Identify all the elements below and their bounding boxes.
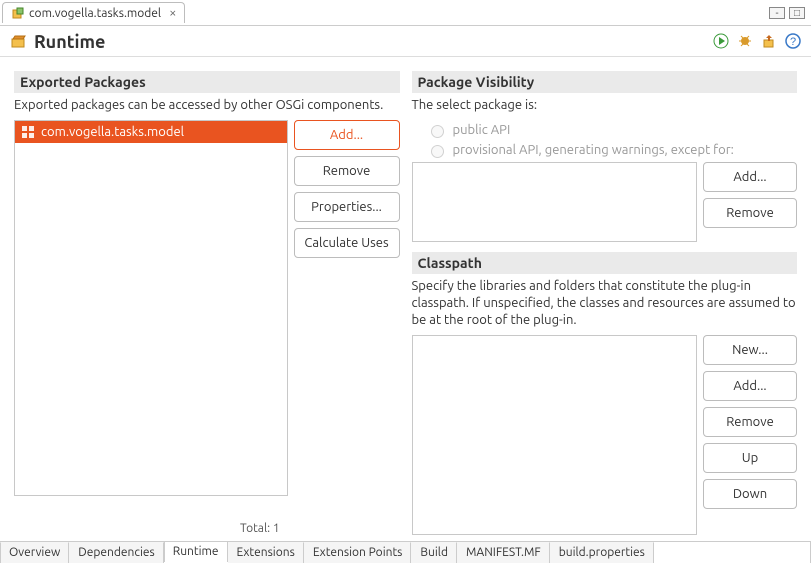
window-controls: ‐ □ (769, 7, 805, 19)
classpath-list[interactable] (412, 335, 698, 535)
classpath-desc: Specify the libraries and folders that c… (412, 274, 798, 335)
tab-manifest[interactable]: MANIFEST.MF (457, 542, 550, 563)
visibility-exceptions-list[interactable] (412, 162, 698, 242)
remove-button[interactable]: Remove (294, 156, 400, 186)
tab-dependencies[interactable]: Dependencies (69, 542, 163, 563)
classpath-new-button[interactable]: New... (703, 335, 797, 365)
plugin-icon (11, 6, 25, 20)
package-icon (21, 125, 35, 139)
list-item-label: com.vogella.tasks.model (41, 125, 184, 139)
footer-tabs: Overview Dependencies Runtime Extensions… (0, 541, 811, 563)
calculate-uses-button[interactable]: Calculate Uses (294, 228, 400, 258)
radio-provisional-api[interactable]: provisional API, generating warnings, ex… (426, 140, 798, 160)
exported-packages-title: Exported Packages (14, 71, 400, 93)
visibility-add-button[interactable]: Add... (703, 162, 797, 192)
classpath-title: Classpath (412, 252, 798, 274)
classpath-add-button[interactable]: Add... (703, 371, 797, 401)
tab-build-properties[interactable]: build.properties (550, 542, 654, 563)
classpath-up-button[interactable]: Up (703, 443, 797, 473)
page-title: Runtime (10, 32, 105, 52)
run-icon[interactable] (713, 33, 729, 52)
export-icon[interactable] (761, 33, 777, 52)
maximize-button[interactable]: □ (789, 7, 805, 19)
close-icon[interactable]: × (169, 6, 176, 20)
help-icon[interactable]: ? (785, 33, 801, 52)
radio-provisional-api-input[interactable] (431, 145, 444, 158)
tab-runtime[interactable]: Runtime (164, 541, 228, 562)
tab-extensions[interactable]: Extensions (228, 542, 304, 563)
visibility-remove-button[interactable]: Remove (703, 198, 797, 228)
svg-text:?: ? (790, 36, 796, 48)
editor-toolbar: ? (713, 33, 801, 52)
properties-button[interactable]: Properties... (294, 192, 400, 222)
exported-packages-desc: Exported packages can be accessed by oth… (14, 93, 400, 120)
exported-packages-list[interactable]: com.vogella.tasks.model (14, 120, 288, 496)
classpath-down-button[interactable]: Down (703, 479, 797, 509)
package-visibility-title: Package Visibility (412, 71, 798, 93)
editor-tab[interactable]: com.vogella.tasks.model × (2, 2, 185, 23)
editor-tab-label: com.vogella.tasks.model (29, 7, 161, 20)
tab-build[interactable]: Build (411, 542, 457, 563)
package-visibility-desc: The select package is: (412, 93, 798, 120)
radio-public-api[interactable]: public API (426, 120, 798, 140)
add-button[interactable]: Add... (294, 120, 400, 150)
runtime-icon (10, 33, 28, 51)
tab-extension-points[interactable]: Extension Points (304, 542, 412, 563)
exported-total: Total: 1 (14, 518, 400, 535)
classpath-remove-button[interactable]: Remove (703, 407, 797, 437)
radio-public-api-input[interactable] (431, 125, 444, 138)
list-item[interactable]: com.vogella.tasks.model (15, 121, 287, 143)
debug-icon[interactable] (737, 33, 753, 52)
tab-overview[interactable]: Overview (0, 542, 69, 563)
minimize-button[interactable]: ‐ (769, 7, 785, 19)
